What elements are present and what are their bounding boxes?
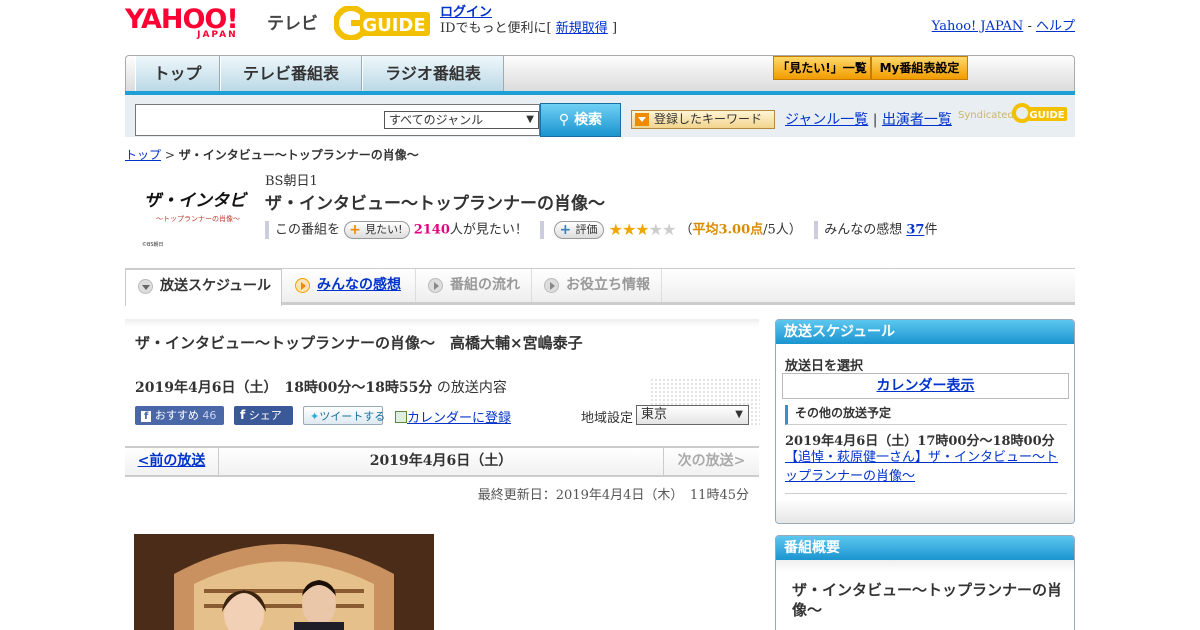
want-button[interactable]: + 見たい! xyxy=(344,221,410,239)
register-link[interactable]: 新規取得 xyxy=(556,21,608,36)
other-broadcast-date: 2019年4月6日（土）17時00分～18時00分 xyxy=(785,434,1055,449)
want-count: 2140 xyxy=(413,222,450,238)
plus-icon: + xyxy=(559,222,572,238)
impressions-count-link[interactable]: 37 xyxy=(906,223,924,238)
broadcast-pager: <前の放送 2019年4月6日（土） 次の放送> xyxy=(125,446,759,477)
tweet-button[interactable]: ✦ツイートする xyxy=(303,406,385,425)
schedule-panel-header: 放送スケジュール xyxy=(776,320,1074,344)
other-broadcast-link[interactable]: 【追悼・萩原健一さん】ザ・インタビュー～トップランナーの肖像～ xyxy=(785,448,1067,486)
divider xyxy=(785,493,1067,494)
chevron-down-icon: ▼ xyxy=(526,114,534,125)
next-broadcast-link: 次の放送> xyxy=(663,448,759,475)
gguide-logo: GUIDE xyxy=(334,6,430,40)
svg-text:GUIDE: GUIDE xyxy=(362,15,425,36)
other-broadcasts-header: その他の放送予定 xyxy=(785,405,1067,425)
play-icon xyxy=(544,278,559,293)
search-icon: ⚲ xyxy=(558,112,570,128)
search-button[interactable]: ⚲ 検索 xyxy=(540,103,621,137)
svg-text:GUIDE: GUIDE xyxy=(1029,110,1064,121)
last-updated: 最終更新日：2019年4月4日（木） 11時45分 xyxy=(477,488,749,503)
program-tabs: 放送スケジュール みんなの感想 番組の流れ お役立ち情報 xyxy=(125,269,1075,306)
schedule-panel: 放送スケジュール 放送日を選択 カレンダー表示 その他の放送予定 2019年4月… xyxy=(775,319,1075,524)
yahoo-japan-link[interactable]: Yahoo! JAPAN xyxy=(932,19,1024,34)
tab-useful-info[interactable]: お役立ち情報 xyxy=(532,269,662,302)
genre-links: ジャンル一覧 | 出演者一覧 xyxy=(785,112,952,128)
episode-title: ザ・インタビュー～トップランナーの肖像～ 高橋大輔×宮嶋泰子 xyxy=(135,334,583,352)
breadcrumb-top-link[interactable]: トップ xyxy=(125,148,161,162)
region-select[interactable]: 東京 ▼ xyxy=(636,405,749,425)
breadcrumb-current: ザ・インタビュー～トップランナーの肖像～ xyxy=(178,148,419,162)
calendar-register[interactable]: カレンダーに登録 xyxy=(395,407,511,426)
select-date-label: 放送日を選択 xyxy=(785,359,864,374)
facebook-share-button[interactable]: f シェア xyxy=(234,406,293,425)
play-icon xyxy=(428,278,443,293)
tv-label: テレビ xyxy=(267,14,318,34)
calendar-display-button[interactable]: カレンダー表示 xyxy=(782,373,1069,399)
facebook-icon: f xyxy=(240,408,246,422)
rating-stars: ★★★★★ xyxy=(608,220,677,239)
svg-text:©BS朝日: ©BS朝日 xyxy=(142,241,164,248)
tab-schedule[interactable]: 放送スケジュール xyxy=(125,269,282,306)
episode-air-date: 2019年4月6日（土） 18時00分～18時55分 の放送内容 xyxy=(135,380,507,396)
rate-button[interactable]: + 評価 xyxy=(554,221,605,239)
genre-select[interactable]: すべてのジャンル ▼ xyxy=(384,111,539,129)
pager-current-date: 2019年4月6日（土） xyxy=(369,453,513,469)
yahoo-japan-logo[interactable]: YAHOO! JAPAN xyxy=(125,6,239,40)
region-label: 地域設定 xyxy=(581,411,634,426)
help-link[interactable]: ヘルプ xyxy=(1036,19,1075,34)
overview-title: ザ・インタビュー～トップランナーの肖像～ xyxy=(792,581,1063,619)
chevron-down-icon: ▼ xyxy=(735,409,743,420)
main-header-bg xyxy=(125,319,759,327)
plus-icon: + xyxy=(349,222,361,238)
svg-text:〜トップランナーの肖像〜: 〜トップランナーの肖像〜 xyxy=(156,214,240,223)
twitter-icon: ✦ xyxy=(310,410,320,423)
program-stats: この番組を + 見たい! 2140人が見たい！ + 評価 ★★★★★ （平均3.00… xyxy=(265,220,937,240)
nav-tab-top[interactable]: トップ xyxy=(135,56,220,91)
calendar-icon xyxy=(395,411,407,423)
calendar-register-link[interactable]: カレンダーに登録 xyxy=(407,411,511,426)
top-right-links: Yahoo! JAPAN - ヘルプ xyxy=(931,19,1075,34)
genre-list-link[interactable]: ジャンル一覧 xyxy=(785,112,868,128)
keyword-button[interactable]: 登録したキーワード xyxy=(631,110,775,129)
facebook-icon: f xyxy=(141,411,152,422)
performer-list-link[interactable]: 出演者一覧 xyxy=(882,112,952,128)
channel-name: BS朝日1 xyxy=(265,174,318,189)
program-logo: ザ・インタビュー 〜トップランナーの肖像〜 ©BS朝日 xyxy=(142,191,248,248)
nav-tab-tv-schedule[interactable]: テレビ番組表 xyxy=(220,56,362,91)
syndicated-gguide-logo: GUIDE xyxy=(1012,103,1067,123)
prev-broadcast-link[interactable]: <前の放送 xyxy=(125,448,219,475)
episode-photo xyxy=(134,534,434,630)
tab-program-flow[interactable]: 番組の流れ xyxy=(416,269,532,302)
want-list-button[interactable]: 「見たい!」一覧 xyxy=(773,56,871,80)
play-icon xyxy=(295,278,310,293)
average-rating: 平均3.00点 xyxy=(692,222,764,238)
login-link[interactable]: ログイン xyxy=(440,5,492,20)
triangle-down-icon xyxy=(138,279,153,294)
svg-text:ザ・インタビュー: ザ・インタビュー xyxy=(144,191,248,211)
program-title: ザ・インタビュー～トップランナーの肖像～ xyxy=(265,194,605,214)
facebook-recommend-button[interactable]: f おすすめ 46 xyxy=(135,406,224,425)
main-nav: トップ テレビ番組表 ラジオ番組表 「見たい!」一覧 My番組表設定 xyxy=(125,55,1075,91)
login-box: ログイン IDでもっと便利に[ 新規取得 ] xyxy=(440,5,618,36)
syndicated-label: Syndicated xyxy=(958,110,1014,121)
nav-tab-radio-schedule[interactable]: ラジオ番組表 xyxy=(362,56,504,91)
panel-footer xyxy=(776,499,1074,523)
my-schedule-button[interactable]: My番組表設定 xyxy=(871,56,968,80)
tab-impressions[interactable]: みんなの感想 xyxy=(283,269,416,302)
overview-panel-header: 番組概要 xyxy=(776,536,1074,560)
overview-panel: 番組概要 ザ・インタビュー～トップランナーの肖像～ xyxy=(775,535,1075,630)
breadcrumb: トップ > ザ・インタビュー～トップランナーの肖像～ xyxy=(125,148,419,162)
